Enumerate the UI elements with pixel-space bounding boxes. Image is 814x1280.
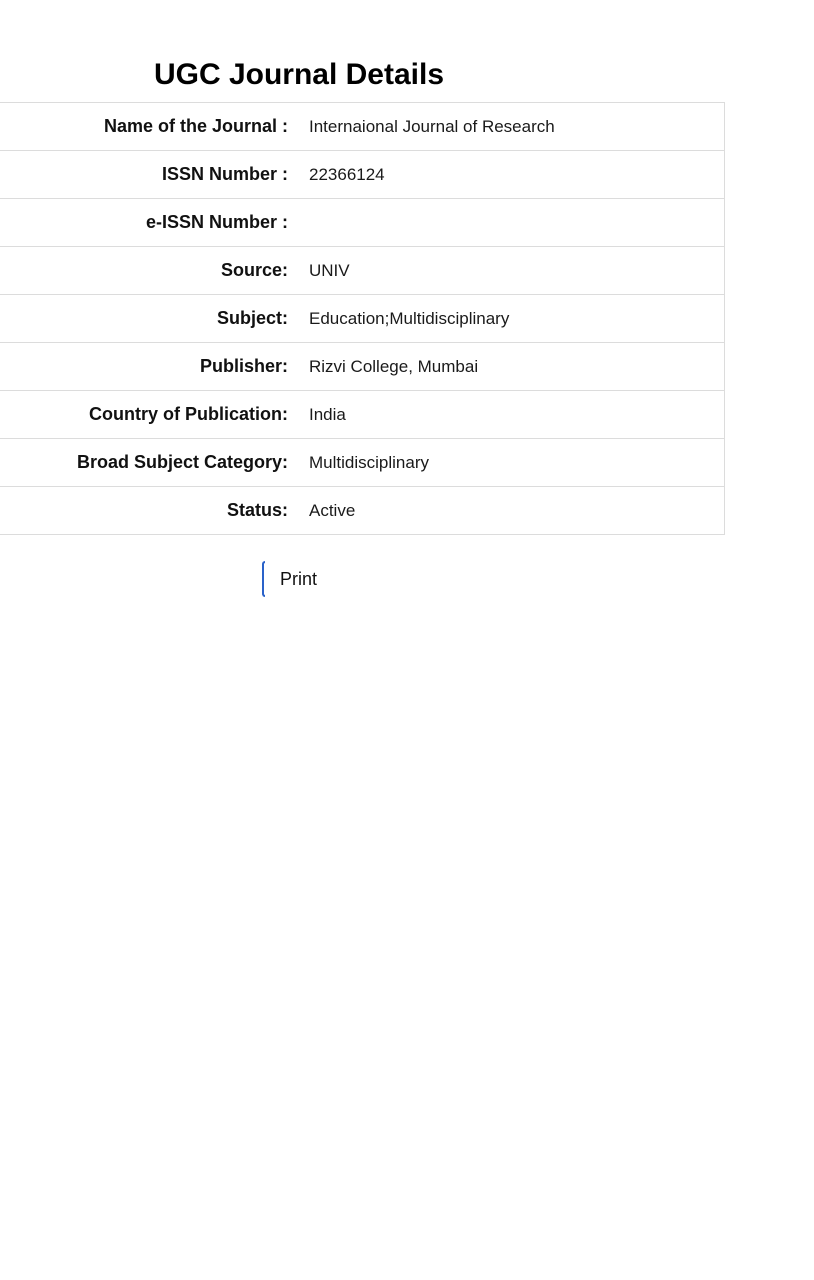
print-button[interactable]: Print [262, 560, 317, 598]
detail-row-publisher: Publisher: Rizvi College, Mumbai [0, 343, 724, 391]
subject-label: Subject: [216, 308, 288, 328]
print-label: Print [280, 568, 318, 589]
issn-value: 22366124 [309, 164, 385, 184]
eissn-label: e-ISSN Number : [145, 212, 288, 232]
broad-subject-label: Broad Subject Category: [76, 452, 288, 472]
detail-row-broad-subject: Broad Subject Category: Multidisciplinar… [0, 439, 724, 487]
detail-row-journal-name: Name of the Journal : Internaional Journ… [0, 103, 724, 151]
subject-value: Education;Multidisciplinary [309, 308, 510, 328]
publisher-label: Publisher: [199, 356, 288, 376]
journal-name-value: Internaional Journal of Research [309, 116, 555, 136]
status-value: Active [309, 500, 356, 520]
issn-label: ISSN Number : [161, 164, 288, 184]
detail-row-source: Source: UNIV [0, 247, 724, 295]
detail-row-country: Country of Publication: India [0, 391, 724, 439]
detail-row-status: Status: Active [0, 487, 724, 535]
publisher-value: Rizvi College, Mumbai [309, 356, 479, 376]
source-label: Source: [220, 260, 288, 280]
page-title: UGC Journal Details [153, 58, 445, 91]
print-bracket-icon [262, 561, 265, 597]
journal-name-label: Name of the Journal : [103, 116, 288, 136]
source-value: UNIV [309, 260, 350, 280]
detail-row-issn: ISSN Number : 22366124 [0, 151, 724, 199]
status-label: Status: [226, 500, 288, 520]
detail-row-eissn: e-ISSN Number : [0, 199, 724, 247]
broad-subject-value: Multidisciplinary [309, 452, 429, 472]
country-value: India [309, 404, 346, 424]
journal-details-table: Name of the Journal : Internaional Journ… [0, 102, 725, 535]
country-label: Country of Publication: [89, 404, 288, 424]
detail-row-subject: Subject: Education;Multidisciplinary [0, 295, 724, 343]
